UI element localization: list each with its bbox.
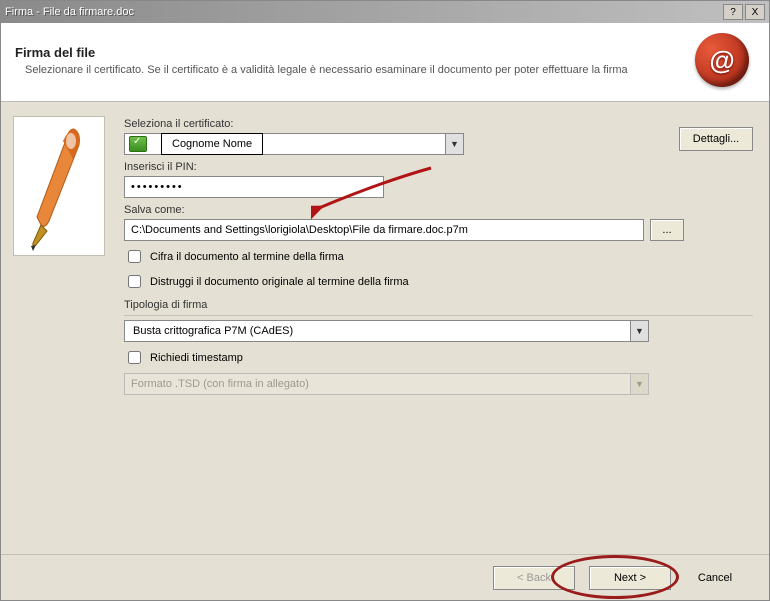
close-button[interactable]: X xyxy=(745,4,765,20)
browse-button[interactable]: ... xyxy=(650,219,684,241)
sidebar xyxy=(1,102,116,554)
chevron-down-icon: ▼ xyxy=(630,374,648,394)
details-button[interactable]: Dettagli... xyxy=(679,127,753,151)
certificate-value-overlay: Cognome Nome xyxy=(161,133,263,155)
encrypt-checkbox[interactable] xyxy=(128,250,141,263)
wizard-footer: < Back Next > Cancel xyxy=(1,554,769,600)
signing-dialog: Firma - File da firmare.doc ? X Firma de… xyxy=(0,0,770,601)
pen-illustration xyxy=(13,116,105,256)
titlebar: Firma - File da firmare.doc ? X xyxy=(1,1,769,23)
certificate-icon xyxy=(129,136,147,152)
sign-type-label: Tipologia di firma xyxy=(124,299,753,311)
header: Firma del file Selezionare il certificat… xyxy=(1,23,769,102)
sign-type-value: Busta crittografica P7M (CAdES) xyxy=(129,325,630,337)
save-path-input[interactable]: C:\Documents and Settings\lorigiola\Desk… xyxy=(124,219,644,241)
tsd-format-select-disabled: Formato .TSD (con firma in allegato) ▼ xyxy=(124,373,649,395)
pin-label: Inserisci il PIN: xyxy=(124,161,753,173)
timestamp-label: Richiedi timestamp xyxy=(150,352,243,364)
chevron-down-icon: ▼ xyxy=(445,134,463,154)
encrypt-label: Cifra il documento al termine della firm… xyxy=(150,251,344,263)
tsd-format-value: Formato .TSD (con firma in allegato) xyxy=(131,378,309,390)
save-as-label: Salva come: xyxy=(124,204,753,216)
window-title: Firma - File da firmare.doc xyxy=(5,6,723,18)
certificate-label: Seleziona il certificato: xyxy=(124,118,753,130)
timestamp-checkbox[interactable] xyxy=(128,351,141,364)
destroy-checkbox[interactable] xyxy=(128,275,141,288)
pin-input[interactable]: ••••••••• xyxy=(124,176,384,198)
page-title: Firma del file xyxy=(15,45,695,60)
chevron-down-icon: ▼ xyxy=(630,321,648,341)
next-button[interactable]: Next > xyxy=(589,566,671,590)
wax-seal-icon: @ xyxy=(695,33,749,87)
destroy-label: Distruggi il documento originale al term… xyxy=(150,276,409,288)
cancel-button[interactable]: Cancel xyxy=(685,566,745,590)
page-subtitle: Selezionare il certificato. Se il certif… xyxy=(25,64,695,76)
help-button[interactable]: ? xyxy=(723,4,743,20)
sign-type-select[interactable]: Busta crittografica P7M (CAdES) ▼ xyxy=(124,320,649,342)
certificate-select[interactable]: ▼ Cognome Nome xyxy=(124,133,464,155)
back-button: < Back xyxy=(493,566,575,590)
